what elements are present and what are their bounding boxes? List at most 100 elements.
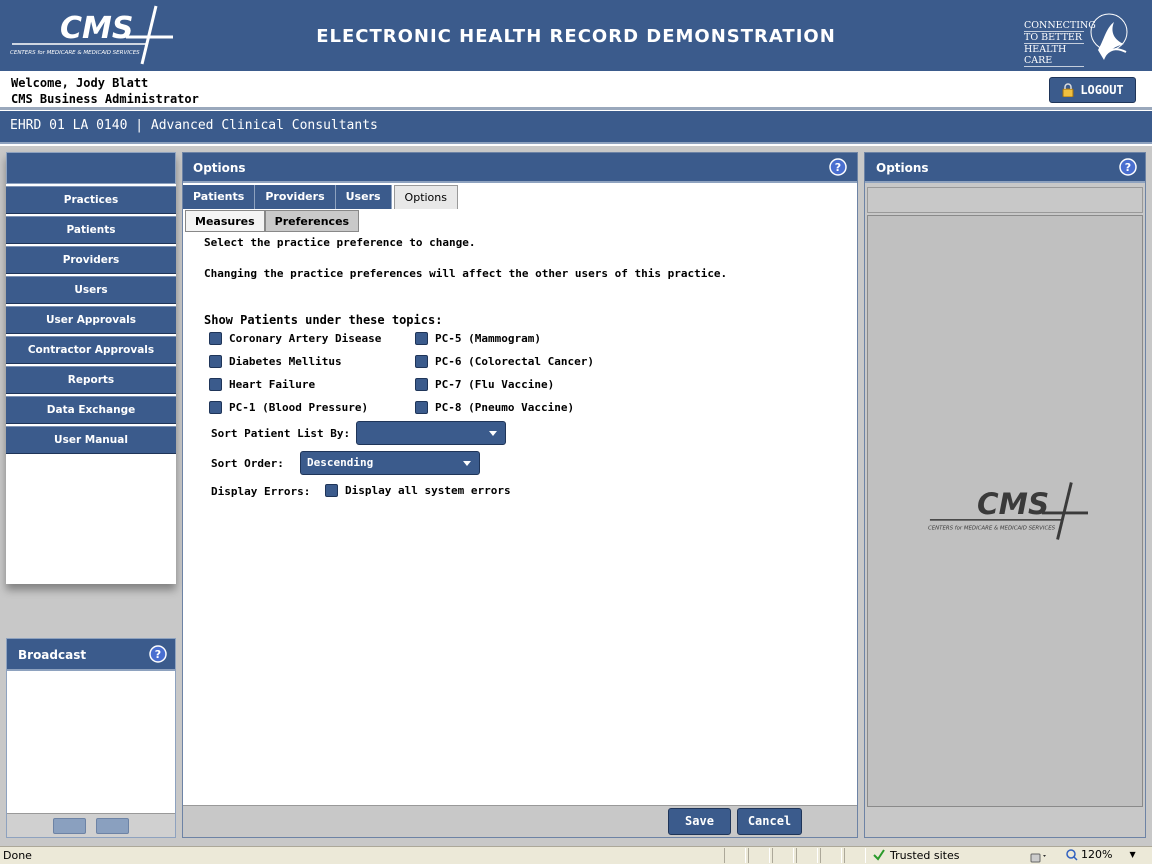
sort-by-label: Sort Patient List By: — [211, 427, 351, 440]
sidebar-item-users[interactable]: Users — [6, 276, 176, 304]
sidebar-nav: Practices Patients Providers Users User … — [6, 152, 176, 584]
status-divider — [772, 848, 794, 863]
options-panel-title: Options — [183, 153, 857, 183]
checkmark-icon — [873, 849, 885, 861]
sort-order-label: Sort Order: — [211, 457, 284, 470]
checkbox[interactable] — [325, 484, 338, 497]
sidebar-item-user-approvals[interactable]: User Approvals — [6, 306, 176, 334]
sort-order-select[interactable]: Descending — [300, 451, 480, 475]
zoom-icon — [1066, 848, 1078, 861]
security-zone: Trusted sites — [872, 848, 960, 862]
security-zone-label: Trusted sites — [890, 848, 960, 862]
welcome-role: CMS Business Administrator — [11, 92, 199, 106]
topic-checkbox-row[interactable]: PC-6 (Colorectal Cancer) — [415, 355, 594, 368]
options-footer: Save Cancel — [183, 805, 857, 837]
hhs-eagle-icon — [1090, 13, 1128, 60]
checkbox[interactable] — [415, 378, 428, 391]
browser-status-bar: Done Trusted sites 120% ▼ — [0, 846, 1152, 864]
tab-patients[interactable]: Patients — [183, 185, 256, 209]
topic-label: PC-7 (Flu Vaccine) — [435, 378, 555, 391]
practice-title: EHRD 01 LA 0140 | Advanced Clinical Cons… — [10, 118, 378, 133]
options-subtabs: Measures Preferences — [185, 210, 360, 232]
sort-order-value: Descending — [307, 456, 374, 469]
protected-mode-icon[interactable] — [1028, 849, 1048, 863]
cms-logo: CMS CENTERS for MEDICARE & MEDICAID SERV… — [928, 482, 1088, 540]
broadcast-footer — [7, 813, 175, 837]
checkbox[interactable] — [209, 332, 222, 345]
topic-checkbox-row[interactable]: PC-5 (Mammogram) — [415, 332, 541, 345]
cancel-button[interactable]: Cancel — [737, 808, 802, 835]
topic-checkbox-row[interactable]: PC-1 (Blood Pressure) — [209, 401, 368, 414]
intro-text: Select the practice preference to change… — [204, 236, 476, 249]
help-icon[interactable]: ? — [1119, 158, 1137, 176]
checkbox[interactable] — [415, 332, 428, 345]
hhs-line-1: CONNECTING — [1024, 20, 1096, 32]
sidebar-item-data-exchange[interactable]: Data Exchange — [6, 396, 176, 424]
sidebar-item-contractor-approvals[interactable]: Contractor Approvals — [6, 336, 176, 364]
svg-text:CENTERS for MEDICARE & MEDICAI: CENTERS for MEDICARE & MEDICAID SERVICES — [928, 526, 1056, 532]
broadcast-panel: Broadcast ? — [6, 638, 176, 838]
topic-label: PC-6 (Colorectal Cancer) — [435, 355, 594, 368]
broadcast-next-button[interactable] — [96, 818, 129, 834]
svg-text:?: ? — [1125, 161, 1131, 174]
broadcast-prev-button[interactable] — [53, 818, 86, 834]
display-errors-label: Display Errors: — [211, 485, 311, 498]
welcome-user: Welcome, Jody Blatt — [11, 76, 149, 90]
sidebar-item-practices[interactable]: Practices — [6, 186, 176, 214]
svg-text:?: ? — [835, 161, 841, 174]
status-divider — [748, 848, 770, 863]
topic-label: Coronary Artery Disease — [229, 332, 382, 345]
checkbox[interactable] — [415, 355, 428, 368]
warning-text: Changing the practice preferences will a… — [204, 267, 728, 280]
chevron-down-icon — [489, 431, 497, 436]
logout-button[interactable]: LOGOUT — [1049, 77, 1136, 103]
sidebar-item-patients[interactable]: Patients — [6, 216, 176, 244]
practice-bar: EHRD 01 LA 0140 | Advanced Clinical Cons… — [0, 111, 1152, 144]
topics-heading: Show Patients under these topics: — [204, 313, 443, 327]
help-icon[interactable]: ? — [149, 645, 167, 663]
hhs-line-2: TO BETTER — [1024, 32, 1084, 44]
checkbox[interactable] — [415, 401, 428, 414]
sidebar-item-providers[interactable]: Providers — [6, 246, 176, 274]
checkbox[interactable] — [209, 355, 222, 368]
app-header: CMS CENTERS for MEDICARE & MEDICAID SERV… — [0, 0, 1152, 71]
subtab-measures[interactable]: Measures — [185, 210, 265, 232]
right-panel-band — [867, 187, 1143, 213]
topic-label: PC-8 (Pneumo Vaccine) — [435, 401, 575, 414]
sidebar-item-user-manual[interactable]: User Manual — [6, 426, 176, 454]
topic-checkbox-row[interactable]: Coronary Artery Disease — [209, 332, 381, 345]
display-errors-checkbox-row[interactable]: Display all system errors — [325, 484, 511, 497]
status-text: Done — [3, 849, 32, 862]
logout-label: LOGOUT — [1080, 83, 1124, 97]
tab-options[interactable]: Options — [393, 185, 458, 209]
hhs-line-3: HEALTH CARE — [1024, 44, 1084, 67]
subtab-preferences[interactable]: Preferences — [264, 210, 360, 232]
topic-label: Diabetes Mellitus — [229, 355, 342, 368]
tab-users[interactable]: Users — [335, 185, 392, 209]
tab-providers[interactable]: Providers — [255, 185, 336, 209]
svg-text:CMS: CMS — [977, 487, 1049, 521]
options-panel: Options ? Patients Providers Users Optio… — [182, 152, 858, 838]
zoom-level: 120% — [1081, 848, 1113, 861]
hhs-logo: CONNECTING TO BETTER HEALTH CARE — [1024, 10, 1134, 67]
topic-checkbox-row[interactable]: Diabetes Mellitus — [209, 355, 342, 368]
topic-checkbox-row[interactable]: Heart Failure — [209, 378, 315, 391]
checkbox[interactable] — [209, 401, 222, 414]
checkbox[interactable] — [209, 378, 222, 391]
topic-label: Heart Failure — [229, 378, 316, 391]
welcome-bar: Welcome, Jody Blatt CMS Business Adminis… — [0, 71, 1152, 110]
status-divider — [844, 848, 866, 863]
zoom-control[interactable]: 120% ▼ — [1066, 848, 1136, 861]
options-tabs: Patients Providers Users Options — [183, 185, 458, 209]
sort-by-select[interactable] — [356, 421, 506, 445]
sidebar-item-reports[interactable]: Reports — [6, 366, 176, 394]
topic-checkbox-row[interactable]: PC-8 (Pneumo Vaccine) — [415, 401, 574, 414]
right-panel-body: CMS CENTERS for MEDICARE & MEDICAID SERV… — [867, 215, 1143, 807]
status-divider — [724, 848, 746, 863]
svg-text:?: ? — [155, 648, 161, 661]
save-button[interactable]: Save — [668, 808, 731, 835]
lock-icon — [1062, 83, 1074, 97]
topic-checkbox-row[interactable]: PC-7 (Flu Vaccine) — [415, 378, 554, 391]
status-divider — [820, 848, 842, 863]
help-icon[interactable]: ? — [829, 158, 847, 176]
